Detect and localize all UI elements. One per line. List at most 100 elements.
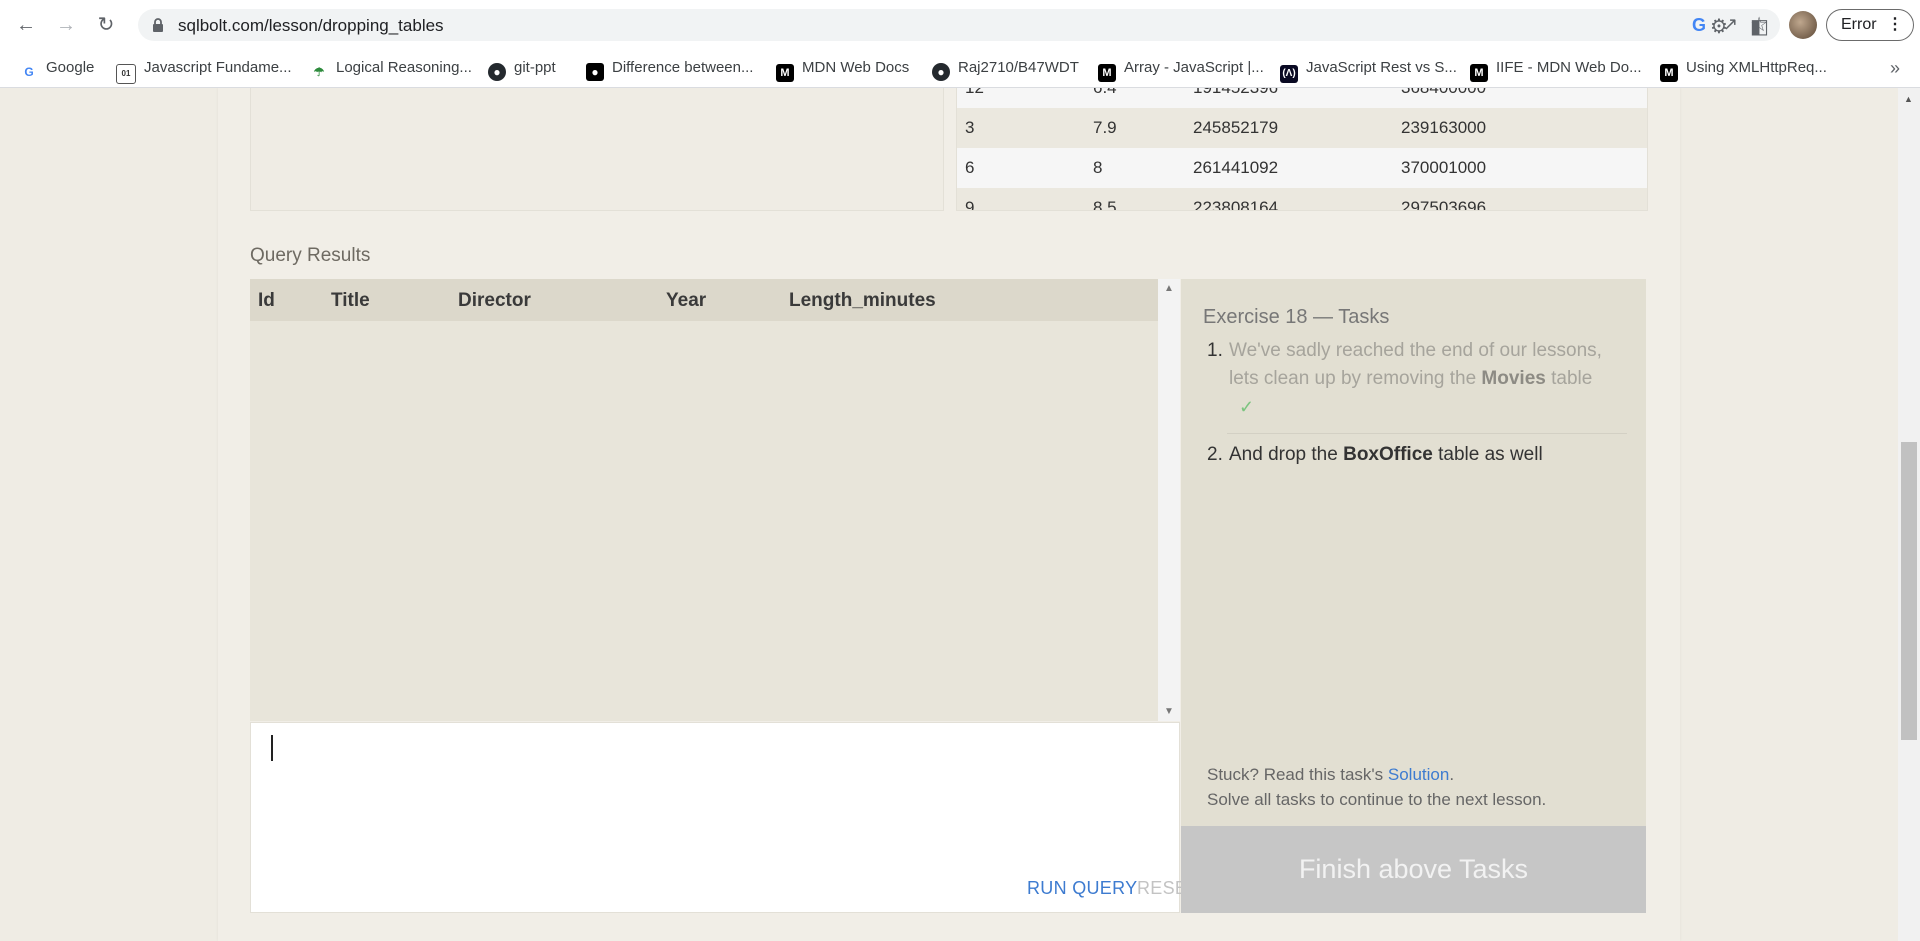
table-row: 9 8.5 223808164 297503696 [957,188,1647,211]
medium-icon: ● [586,63,604,81]
task-text-part: table as well [1432,444,1543,465]
stuck-text-period: . [1449,765,1455,784]
bookmark-js-fundamentals[interactable]: 01 Javascript Fundame... [116,59,292,84]
results-header-row: Id Title Director Year Length_minutes [250,279,1158,321]
scrollbar-thumb[interactable] [1901,442,1917,740]
continue-text: Solve all tasks to continue to the next … [1207,790,1547,809]
forward-arrow-icon[interactable]: → [54,13,78,37]
table-cell: 245852179 [1193,118,1279,137]
browser-toolbar: ← → ↻ sqlbolt.com/lesson/dropping_tables… [0,0,1920,50]
bookmark-label: Array - JavaScript |... [1124,59,1264,76]
task-table-name: Movies [1481,368,1546,389]
column-header-id: Id [258,290,275,311]
bookmark-label: Raj2710/B47WDT [958,59,1079,76]
stuck-text: Stuck? Read this task's [1207,765,1388,784]
umbrella-icon: ☂ [313,65,325,79]
table-cell: 9 [965,198,975,211]
scroll-up-arrow-icon[interactable]: ▲ [1904,94,1913,104]
table-cell: 368400000 [1401,88,1486,108]
movies-table-panel [250,88,944,211]
bookmark-xmlhttprequest[interactable]: M Using XMLHttpReq... [1660,59,1827,82]
google-lens-icon[interactable]: G [1692,15,1706,36]
column-header-director: Director [458,290,531,311]
bookmark-difference-between[interactable]: ● Difference between... [586,59,753,81]
results-scrollbar[interactable]: ▲ ▼ [1158,279,1180,721]
mdn-icon: M [1660,64,1678,82]
page-viewport: 12 6.4 191452396 368400000 3 7.9 2458521… [0,88,1920,941]
bookmark-label: Difference between... [612,59,754,76]
table-cell: 191452396 [1193,88,1278,108]
table-cell: 297503696 [1401,198,1487,211]
bookmark-git-ppt[interactable]: ● git-ppt [488,59,556,81]
exercise-title: Exercise 18 — Tasks [1203,306,1390,328]
table-cell: 3 [965,118,975,137]
bookmark-label: Google [46,59,95,76]
scroll-down-arrow-icon[interactable]: ▼ [1164,706,1174,717]
task-table-name: BoxOffice [1343,444,1433,465]
checkmark-icon: ✓ [1239,397,1255,417]
bookmark-array-js[interactable]: M Array - JavaScript |... [1098,59,1264,82]
solution-link[interactable]: Solution [1388,765,1449,784]
google-icon: G [24,65,34,79]
table-cell: 6.4 [1093,88,1117,108]
bookmark-label: Javascript Fundame... [144,59,292,76]
text-cursor [271,735,273,761]
bookmark-google[interactable]: G Google [20,59,94,81]
bookmark-label: JavaScript Rest vs S... [1306,59,1457,76]
table-cell: 223808164 [1193,198,1279,211]
profile-avatar[interactable] [1789,11,1817,39]
reload-icon[interactable]: ↻ [94,13,118,37]
bookmark-label: git-ppt [514,59,556,76]
mdn-icon: M [1098,64,1116,82]
boxoffice-table[interactable]: 12 6.4 191452396 368400000 3 7.9 2458521… [956,88,1648,211]
table-row: 6 8 261441092 370001000 [957,148,1647,189]
stuck-help-text: Stuck? Read this task's Solution. Solve … [1207,762,1546,812]
binary-icon: 01 [116,64,136,84]
task-text-part: And drop the [1229,444,1344,465]
task-text: And drop the BoxOffice table as well [1229,441,1629,469]
table-cell: 8.5 [1093,198,1117,211]
bookmark-raj-repo[interactable]: ● Raj2710/B47WDT [932,59,1079,81]
bookmark-logical-reasoning[interactable]: ☂ Logical Reasoning... [310,59,472,81]
sql-query-editor[interactable]: RUN QUERY RESET [250,722,1198,913]
task-number: 1. [1207,340,1223,361]
bookmark-iife-mdn[interactable]: M IIFE - MDN Web Do... [1470,59,1642,82]
mdn-icon: M [1470,64,1488,82]
profile-error-button[interactable]: Error ⋮ [1826,9,1914,41]
page-scrollbar[interactable]: ▲ [1898,88,1920,941]
extensions-puzzle-icon[interactable]: ⚙ [1710,14,1728,39]
column-header-year: Year [666,290,707,311]
table-cell: 239163000 [1401,118,1487,137]
url-text: sqlbolt.com/lesson/dropping_tables [178,16,444,35]
finish-tasks-button[interactable]: Finish above Tasks [1181,826,1646,913]
table-cell: 12 [965,88,984,108]
address-bar[interactable]: sqlbolt.com/lesson/dropping_tables G ↗ ☆ [138,9,1780,41]
table-row: 12 6.4 191452396 368400000 [957,88,1647,109]
query-results-label: Query Results [250,245,371,266]
error-label: Error [1841,16,1877,33]
bookmark-label: Using XMLHttpReq... [1686,59,1827,76]
run-query-button[interactable]: RUN QUERY [1027,878,1137,899]
column-header-length-minutes: Length_minutes [789,290,936,311]
exercise-tasks-panel: Exercise 18 — Tasks 1. We've sadly reach… [1181,279,1646,913]
side-panel-icon[interactable]: ◧ [1750,14,1769,39]
fcc-icon: (Λ) [1280,65,1298,83]
table-cell: 8 [1093,158,1103,177]
table-cell: 7.9 [1093,118,1117,137]
github-icon: ● [932,63,950,81]
bookmark-label: IIFE - MDN Web Do... [1496,59,1642,76]
mdn-icon: M [776,64,794,82]
bookmarks-bar: G Google 01 Javascript Fundame... ☂ Logical… [0,50,1920,88]
bookmark-js-rest-spread[interactable]: (Λ) JavaScript Rest vs S... [1280,59,1457,83]
bookmark-label: Logical Reasoning... [336,59,472,76]
table-cell: 6 [965,158,975,177]
bookmarks-overflow-chevron-icon[interactable]: » [1890,58,1900,79]
task-text: We've sadly reached the end of our lesso… [1229,337,1629,422]
menu-kebab-icon[interactable]: ⋮ [1887,10,1903,40]
table-row: 3 7.9 245852179 239163000 [957,108,1647,149]
query-results-table: Id Title Director Year Length_minutes [250,279,1158,721]
bookmark-mdn[interactable]: M MDN Web Docs [776,59,909,82]
scroll-up-arrow-icon[interactable]: ▲ [1164,283,1174,294]
task-divider [1227,433,1627,434]
back-arrow-icon[interactable]: ← [14,13,38,37]
